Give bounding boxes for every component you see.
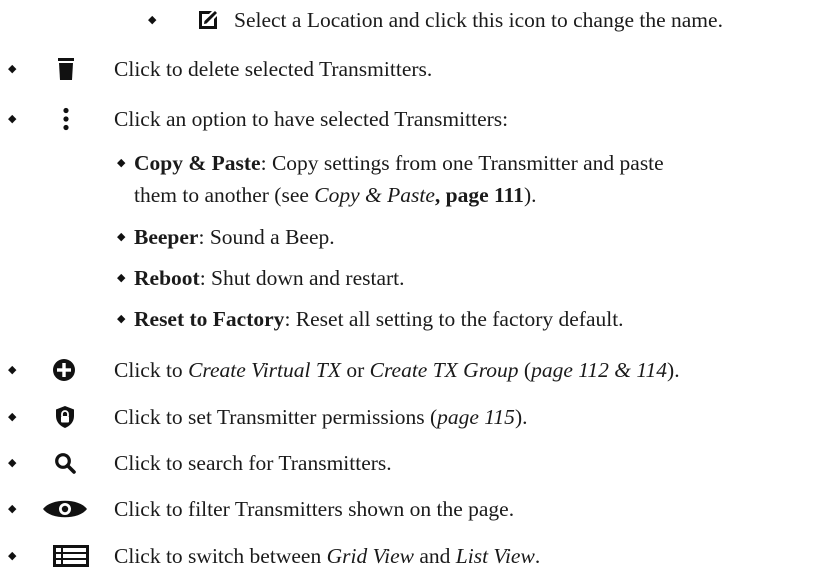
bullet: ◆: [8, 411, 17, 423]
bullet: ◆: [8, 503, 17, 515]
grid-view-ref: Grid View: [326, 544, 414, 568]
option-text: : Reset all setting to the factory defau…: [284, 307, 624, 331]
eye-icon: [40, 496, 90, 522]
item-text: Select a Location and click this icon to…: [234, 8, 723, 32]
search-icon: [52, 450, 78, 476]
item-text: Click to set Transmitter permissions (pa…: [114, 404, 527, 430]
more-vertical-icon: [53, 106, 79, 132]
option-label: Reboot: [134, 266, 200, 290]
option-copy-paste-line2: them to another (see Copy & Paste, page …: [134, 182, 536, 208]
sub-bullet: ◆: [117, 231, 126, 243]
reference-link[interactable]: Copy & Paste: [314, 183, 435, 207]
item-text-part: ).: [667, 358, 680, 382]
item-text-part: and: [413, 544, 456, 568]
plus-circle-icon: [51, 357, 77, 383]
item-text-part: or: [340, 358, 370, 382]
item-text: Click to switch between Grid View and Li…: [114, 543, 540, 569]
sub-bullet: ◆: [117, 313, 126, 325]
item-text: Click to delete selected Transmitters.: [114, 57, 433, 81]
trash-icon: [53, 56, 79, 82]
item-text: Click to Create Virtual TX or Create TX …: [114, 357, 680, 383]
page-reference[interactable]: page 112 & 114: [531, 358, 667, 382]
item-text-part: .: [534, 544, 541, 568]
bullet: ◆: [148, 14, 157, 26]
sub-bullet: ◆: [117, 157, 126, 169]
list-view-icon: [51, 543, 91, 569]
item-text-part: ).: [514, 405, 528, 429]
bullet: ◆: [8, 364, 17, 376]
option-text: : Shut down and restart.: [199, 266, 405, 290]
item-text-part: Click to: [114, 358, 189, 382]
page-reference[interactable]: , page 111: [435, 183, 524, 207]
item-text-part: Click to switch between: [114, 544, 327, 568]
option-reboot: Reboot: Shut down and restart.: [134, 265, 405, 291]
item-text: Click to filter Transmitters shown on th…: [114, 497, 515, 521]
bullet: ◆: [8, 113, 17, 125]
bullet: ◆: [8, 550, 17, 562]
option-label: Beeper: [134, 225, 199, 249]
option-text: them to another (see: [134, 183, 315, 207]
sub-bullet: ◆: [117, 272, 126, 284]
item-text-part: (: [518, 358, 532, 382]
edit-square-icon: [195, 7, 221, 33]
option-beeper: Beeper: Sound a Beep.: [134, 224, 335, 250]
item-text: Click to search for Transmitters.: [114, 451, 392, 475]
option-label: Reset to Factory: [134, 307, 285, 331]
page-reference[interactable]: page 115: [437, 405, 515, 429]
option-text: : Sound a Beep.: [198, 225, 335, 249]
bullet: ◆: [8, 63, 17, 75]
option-text: : Copy settings from one Transmitter and…: [260, 151, 664, 175]
create-virtual-tx-ref: Create Virtual TX: [188, 358, 341, 382]
list-view-ref: List View: [455, 544, 535, 568]
item-text-part: Click to set Transmitter permissions (: [114, 405, 438, 429]
option-label: Copy & Paste: [134, 151, 261, 175]
item-text: Click an option to have selected Transmi…: [114, 107, 509, 131]
create-tx-group-ref: Create TX Group: [369, 358, 519, 382]
shield-lock-icon: [52, 404, 78, 430]
bullet: ◆: [8, 457, 17, 469]
option-copy-paste: Copy & Paste: Copy settings from one Tra…: [134, 150, 664, 176]
option-text: ).: [523, 183, 537, 207]
option-reset-factory: Reset to Factory: Reset all setting to t…: [134, 306, 624, 332]
